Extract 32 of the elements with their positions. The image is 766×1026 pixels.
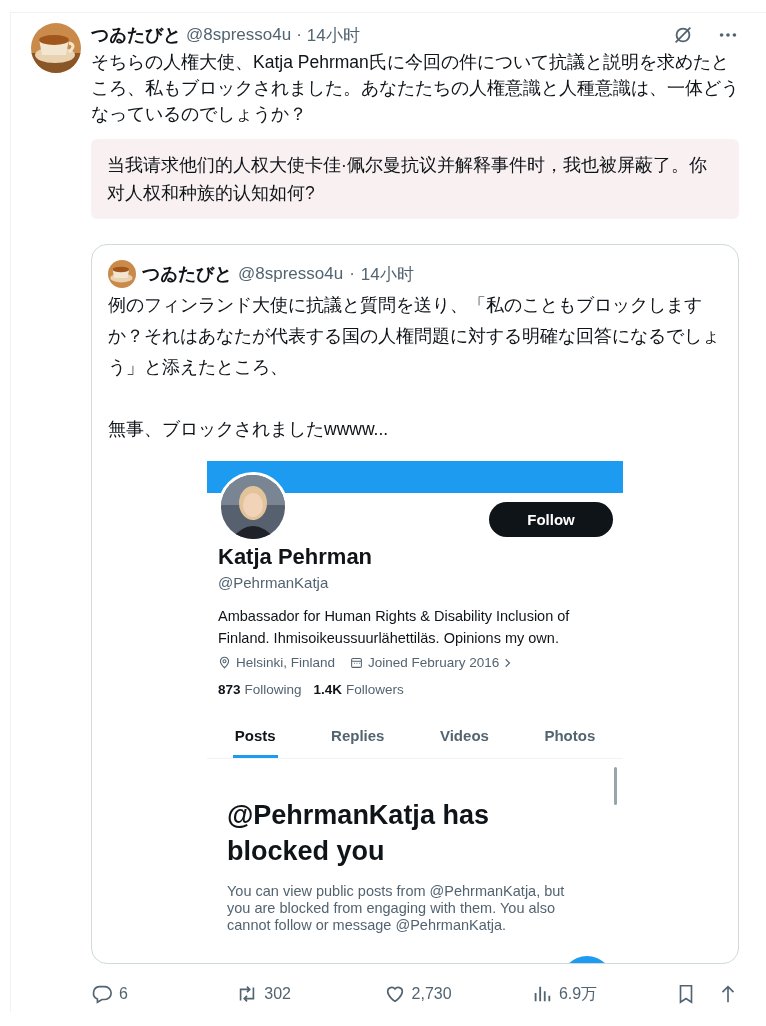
action-count: 6 [119,985,128,1003]
follow-button[interactable]: Follow [489,502,613,537]
profile-name: Katja Pehrman [218,544,374,570]
post-time: 14小时 [360,263,414,286]
quote-text: 無事、ブロックされましたwwww... [108,418,390,441]
following-count[interactable]: 873 [218,682,241,697]
quote-text: 例のフィンランド大使に抗議と質問を送り、「私のこともブロックしますか？それはあなたが代表する国の人権問題に対する明確な回答になるでしょう」と添えたところ、 [108,294,721,379]
action-count: 2,730 [411,985,452,1003]
profile-joined: Joined February 2016 [368,655,500,670]
blocked-message: You can view public posts from @PehrmanKatja, but you are blocked from engaging with them. You also cannot follow or message @PehrmanKatja. [227,883,566,934]
followers-label[interactable]: Followers [346,682,404,697]
post-text: そちらの人権大使、Katja Pehrman氏に今回の件について抗議と説明を求めたところ、私もブロックされました。あなたたちの人権意識と人種意識は、一体どうなっているのでしょうか？ [91,51,739,126]
separator: · [349,264,355,284]
following-label[interactable]: Following [244,682,302,697]
separator: · [296,25,302,45]
translation-text: 当我请求他们的人权大使卡佳·佩尔曼抗议并解释事件时，我也被屏蔽了。你对人权和种族的认知如何? [91,139,739,219]
action-count: 6.9万 [558,983,598,1004]
followers-count[interactable]: 1.4K [313,682,343,697]
author-name: つゐたびと [142,263,232,286]
author-handle[interactable]: @8spresso4u [186,25,292,45]
author-handle: @8spresso4u [238,264,344,284]
author-name[interactable]: つゐたびと [91,23,181,47]
profile-bio: Ambassador for Human Rights & Disability Inclusion of Finland. Ihmisoikeussuurlähettiläs. Opinions my own. [218,607,571,648]
profile-tab[interactable]: Videos [437,717,491,758]
blocked-heading: @PehrmanKatja has blocked you [227,799,490,868]
post-time[interactable]: 14小时 [306,23,360,47]
profile-location: Helsinki, Finland [236,655,336,670]
profile-handle: @PehrmanKatja [218,574,330,591]
profile-tab[interactable]: Photos [542,717,598,758]
profile-tab[interactable]: Replies [329,717,387,758]
action-count: 302 [264,985,291,1003]
profile-tab[interactable]: Posts [232,717,278,758]
